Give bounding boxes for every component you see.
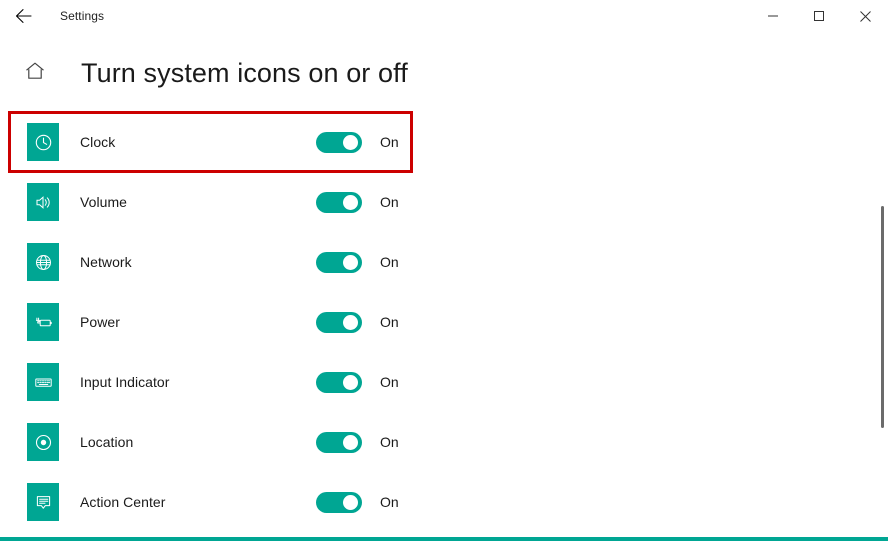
toggle-state-label: On — [380, 314, 399, 330]
toggle-state-label: On — [380, 374, 399, 390]
toggle-state-label: On — [380, 194, 399, 210]
toggle-knob — [343, 494, 358, 510]
toggle-clock[interactable] — [316, 131, 362, 153]
vertical-scrollbar[interactable] — [872, 96, 888, 537]
toggle-location-wrap: On — [316, 431, 399, 453]
toggle-state-label: On — [380, 434, 399, 450]
toggle-state-label: On — [380, 254, 399, 270]
tile-clock — [27, 123, 59, 161]
minimize-button[interactable] — [750, 0, 796, 32]
toggle-knob — [343, 254, 358, 270]
tile-power — [27, 303, 59, 341]
action-center-icon — [34, 493, 53, 512]
app-title: Settings — [60, 9, 105, 23]
back-arrow-icon — [13, 6, 33, 26]
toggle-knob — [343, 374, 358, 390]
toggle-state-label: On — [380, 494, 399, 510]
list-item-location[interactable]: Location On — [0, 412, 888, 472]
toggle-input-indicator-wrap: On — [316, 371, 399, 393]
minimize-icon — [767, 10, 779, 22]
tile-volume — [27, 183, 59, 221]
list-item-clock[interactable]: Clock On — [0, 112, 888, 172]
location-target-icon — [34, 433, 53, 452]
list-item-volume[interactable]: Volume On — [0, 172, 888, 232]
maximize-button[interactable] — [796, 0, 842, 32]
toggle-clock-wrap: On — [316, 131, 399, 153]
list-item-label: Volume — [80, 194, 127, 210]
tile-input-indicator — [27, 363, 59, 401]
scrollbar-thumb[interactable] — [881, 206, 884, 428]
clock-icon — [34, 133, 53, 152]
list-item-label: Location — [80, 434, 134, 450]
toggle-knob — [343, 134, 358, 150]
toggle-volume-wrap: On — [316, 191, 399, 213]
list-item-label: Network — [80, 254, 132, 270]
list-item-input-indicator[interactable]: Input Indicator On — [0, 352, 888, 412]
list-item-action-center[interactable]: Action Center On — [0, 472, 888, 532]
keyboard-icon — [34, 373, 53, 392]
close-icon — [859, 10, 872, 23]
list-item-power[interactable]: Power On — [0, 292, 888, 352]
tile-location — [27, 423, 59, 461]
network-globe-icon — [34, 253, 53, 272]
system-icons-list: Clock On Volume On Network On Power On I… — [0, 112, 888, 532]
volume-icon — [34, 193, 53, 212]
toggle-power-wrap: On — [316, 311, 399, 333]
maximize-icon — [813, 10, 825, 22]
toggle-input-indicator[interactable] — [316, 371, 362, 393]
list-item-network[interactable]: Network On — [0, 232, 888, 292]
toggle-network[interactable] — [316, 251, 362, 273]
toggle-action-center[interactable] — [316, 491, 362, 513]
tile-action-center — [27, 483, 59, 521]
toggle-knob — [343, 314, 358, 330]
list-item-label: Clock — [80, 134, 116, 150]
toggle-knob — [343, 194, 358, 210]
window-controls — [750, 0, 888, 32]
page-title: Turn system icons on or off — [81, 57, 408, 88]
toggle-power[interactable] — [316, 311, 362, 333]
window-titlebar: Settings — [0, 0, 888, 32]
home-button[interactable] — [20, 58, 50, 88]
toggle-location[interactable] — [316, 431, 362, 453]
list-item-label: Power — [80, 314, 120, 330]
list-item-label: Input Indicator — [80, 374, 170, 390]
home-icon — [24, 60, 46, 87]
page-header: Turn system icons on or off — [0, 50, 888, 96]
toggle-action-center-wrap: On — [316, 491, 399, 513]
toggle-network-wrap: On — [316, 251, 399, 273]
battery-power-icon — [34, 313, 53, 332]
toggle-volume[interactable] — [316, 191, 362, 213]
list-item-label: Action Center — [80, 494, 166, 510]
toggle-knob — [343, 434, 358, 450]
bottom-accent-bar — [0, 537, 888, 541]
toggle-state-label: On — [380, 134, 399, 150]
tile-network — [27, 243, 59, 281]
close-button[interactable] — [842, 0, 888, 32]
back-button[interactable] — [0, 0, 46, 32]
